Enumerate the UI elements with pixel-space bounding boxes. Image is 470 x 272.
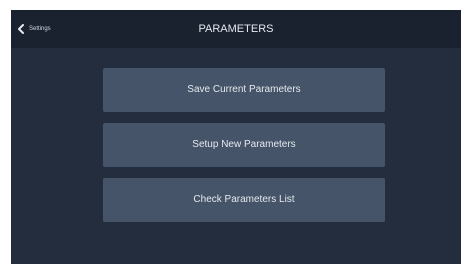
setup-new-parameters-button[interactable]: Setup New Parameters <box>103 123 385 167</box>
check-parameters-list-button[interactable]: Check Parameters List <box>103 178 385 222</box>
back-button[interactable]: Settings <box>17 22 51 36</box>
back-label: Settings <box>29 26 51 32</box>
save-current-parameters-button[interactable]: Save Current Parameters <box>103 68 385 112</box>
chevron-left-icon <box>17 24 25 34</box>
top-bar: PARAMETERS Settings <box>11 10 461 48</box>
page-title: PARAMETERS <box>198 23 274 35</box>
parameters-screen: PARAMETERS Settings Save Current Paramet… <box>11 10 461 264</box>
